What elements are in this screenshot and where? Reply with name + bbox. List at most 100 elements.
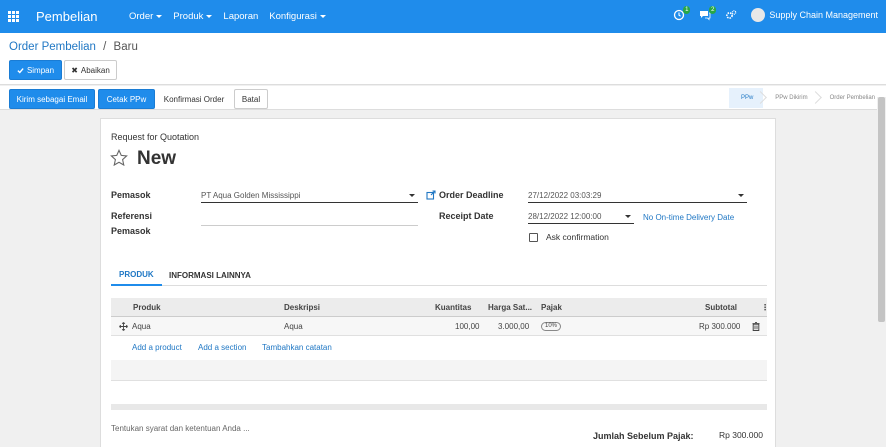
avatar: [751, 8, 766, 22]
menu-order[interactable]: Order: [129, 11, 163, 22]
col-description[interactable]: Deskripsi: [284, 298, 320, 317]
ask-confirmation-label: Ask confirmation: [546, 232, 609, 242]
discard-button[interactable]: ✖ Abaikan: [64, 60, 117, 80]
table-row[interactable]: Aqua Aqua 100,00 3.000,00 10% Rp 300.000: [111, 317, 767, 336]
untaxed-amount-label: Jumlah Sebelum Pajak:: [593, 431, 694, 441]
col-subtotal[interactable]: Subtotal: [705, 298, 737, 317]
add-line-row: Add a product Add a section Tambahkan ca…: [111, 336, 767, 360]
save-button[interactable]: Simpan: [9, 60, 62, 80]
vendor-label: Pemasok: [111, 190, 151, 200]
user-name: Supply Chain Management: [769, 10, 878, 20]
vendor-value: PT Aqua Golden Mississippi: [201, 191, 301, 200]
close-icon: ✖: [71, 65, 78, 75]
check-icon: [17, 67, 24, 74]
line-subtotal: Rp 300.000: [699, 322, 741, 331]
breadcrumb-separator: /: [103, 41, 107, 53]
breadcrumb-parent-link[interactable]: Order Pembelian: [9, 41, 96, 53]
line-unit-price[interactable]: 3.000,00: [498, 317, 529, 336]
control-panel: Order Pembelian / Baru Simpan ✖ Abaikan: [0, 33, 886, 85]
menu-konfigurasi-label: Konfigurasi: [269, 11, 317, 22]
page-scrollbar[interactable]: [877, 97, 886, 447]
col-taxes[interactable]: Pajak: [541, 298, 562, 317]
chevron-down-icon: [409, 194, 415, 197]
terms-notes-field[interactable]: Tentukan syarat dan ketentuan Anda ...: [111, 424, 250, 433]
cancel-label: Batal: [241, 94, 261, 104]
trash-icon[interactable]: [752, 317, 760, 336]
stage-rfq-sent[interactable]: PPw Dikirim: [763, 88, 822, 108]
send-email-label: Kirim sebagai Email: [16, 94, 88, 104]
user-menu[interactable]: Supply Chain Management: [751, 8, 878, 22]
line-taxes[interactable]: 10%: [541, 317, 562, 336]
discard-button-label: Abaikan: [80, 65, 110, 75]
print-rfq-label: Cetak PPw: [106, 94, 147, 104]
line-description[interactable]: Aqua: [284, 317, 303, 336]
menu-laporan[interactable]: Laporan: [223, 11, 258, 22]
stage-rfq[interactable]: PPw: [728, 88, 768, 108]
receipt-date-value: 28/12/2022 12:00:00: [528, 212, 602, 221]
app-brand[interactable]: Pembelian: [36, 9, 97, 24]
chevron-down-icon: [738, 194, 744, 197]
order-deadline-value: 27/12/2022 03:03:29: [528, 191, 602, 200]
line-quantity[interactable]: 100,00: [455, 317, 479, 336]
receipt-date-label: Receipt Date: [439, 211, 494, 221]
activity-badge: 1: [683, 6, 691, 14]
on-time-delivery-status: No On-time Delivery Date: [643, 213, 735, 222]
stage-purchase-order[interactable]: Order Pembelian: [818, 88, 875, 108]
empty-row: [111, 381, 767, 402]
drag-handle-icon[interactable]: [119, 317, 128, 336]
messages-badge: 2: [709, 6, 717, 14]
menu-order-label: Order: [129, 11, 154, 22]
star-icon[interactable]: [110, 149, 128, 167]
scrollbar-thumb[interactable]: [878, 97, 885, 322]
notebook-tabs: PRODUK INFORMASI LAINNYA: [111, 264, 767, 286]
settings-gears-icon[interactable]: [725, 9, 737, 21]
rfq-kicker: Request for Quotation: [111, 132, 200, 142]
line-product[interactable]: Aqua: [132, 317, 151, 336]
ask-confirmation-checkbox[interactable]: [529, 233, 538, 242]
add-note-link[interactable]: Tambahkan catatan: [262, 343, 332, 352]
untaxed-amount-value: Rp 300.000: [719, 430, 763, 440]
receipt-date-field[interactable]: 28/12/2022 12:00:00: [528, 210, 634, 224]
chevron-down-icon: [625, 215, 631, 218]
navbar-systray: 1 2 Supply Chain Management: [673, 6, 878, 22]
activity-clock-icon[interactable]: 1: [673, 6, 691, 21]
col-product[interactable]: Produk: [133, 298, 161, 317]
external-link-icon[interactable]: [426, 190, 436, 200]
print-rfq-button[interactable]: Cetak PPw: [98, 89, 155, 109]
top-navbar: Pembelian Order Produk Laporan Konfigura…: [0, 0, 886, 33]
optional-columns-icon[interactable]: ⋮: [761, 298, 769, 317]
tab-other-info[interactable]: INFORMASI LAINNYA: [161, 264, 259, 286]
confirm-order-label: Konfirmasi Order: [163, 94, 225, 104]
col-unit-price[interactable]: Harga Sat...: [488, 298, 532, 317]
col-quantity[interactable]: Kuantitas: [435, 298, 471, 317]
vendor-reference-label-2: Pemasok: [111, 226, 151, 236]
vendor-reference-label-1: Referensi: [111, 211, 153, 221]
main-menu: Order Produk Laporan Konfigurasi: [129, 11, 326, 22]
menu-produk-label: Produk: [173, 11, 204, 22]
form-sheet: Request for Quotation New Pemasok PT Aqu…: [100, 118, 776, 447]
stage-rfq-label: PPw: [740, 95, 754, 101]
add-section-link[interactable]: Add a section: [198, 343, 246, 352]
form-header: Kirim sebagai Email Cetak PPw Konfirmasi…: [0, 86, 886, 110]
chevron-down-icon: [319, 15, 326, 18]
send-email-button[interactable]: Kirim sebagai Email: [9, 89, 95, 109]
messages-chat-icon[interactable]: 2: [699, 6, 717, 21]
menu-konfigurasi[interactable]: Konfigurasi: [269, 11, 326, 22]
confirm-order-button[interactable]: Konfirmasi Order: [157, 89, 231, 109]
table-footer: [111, 404, 767, 410]
breadcrumb-current: Baru: [113, 41, 138, 53]
table-header: Produk Deskripsi Kuantitas Harga Sat... …: [111, 298, 769, 317]
order-deadline-field[interactable]: 27/12/2022 03:03:29: [528, 189, 747, 203]
vendor-field[interactable]: PT Aqua Golden Mississippi: [201, 189, 418, 203]
add-product-link[interactable]: Add a product: [132, 343, 182, 352]
vendor-reference-input[interactable]: [201, 212, 418, 226]
empty-row: [111, 360, 767, 381]
apps-menu-icon[interactable]: [8, 11, 19, 22]
order-deadline-label: Order Deadline: [439, 190, 504, 200]
chevron-down-icon: [156, 15, 163, 18]
tax-tag: 10%: [541, 322, 562, 331]
menu-produk[interactable]: Produk: [173, 11, 213, 22]
cancel-button[interactable]: Batal: [234, 89, 268, 109]
tab-products[interactable]: PRODUK: [111, 264, 162, 286]
status-bar: PPw PPw Dikirim Order Pembelian: [728, 88, 875, 108]
